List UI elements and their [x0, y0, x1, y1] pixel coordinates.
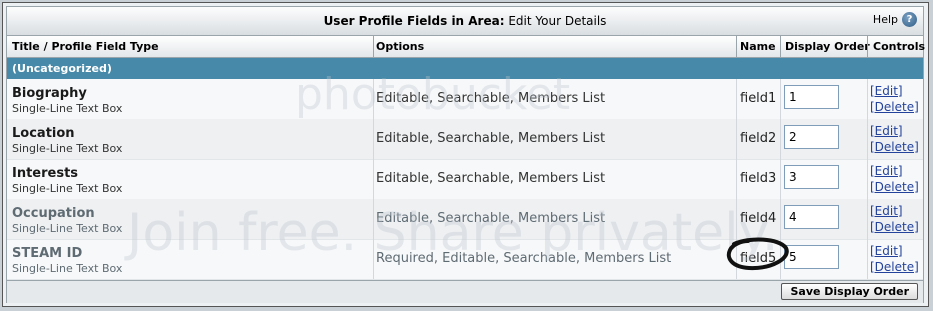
panel-footer: Save Display Order [7, 280, 923, 303]
column-divider [373, 79, 374, 279]
table-row: Interests Single-Line Text Box Editable,… [7, 159, 923, 200]
col-title-header: Title / Profile Field Type [12, 40, 159, 53]
row-controls: [Edit] [Delete] [870, 243, 919, 275]
delete-link[interactable]: [Delete] [870, 139, 919, 155]
panel-title-prefix: User Profile Fields in Area: [323, 14, 505, 28]
field-name: field2 [740, 131, 777, 146]
field-type: Single-Line Text Box [12, 262, 123, 275]
panel-title: User Profile Fields in Area: Edit Your D… [7, 14, 923, 28]
header-divider [736, 36, 737, 57]
edit-link[interactable]: [Edit] [870, 203, 919, 219]
field-type: Single-Line Text Box [12, 102, 123, 115]
category-label: (Uncategorized) [12, 62, 112, 75]
table-row: STEAM ID Single-Line Text Box Required, … [7, 239, 923, 280]
col-display-order-header: Display Order [785, 40, 870, 53]
panel-inner: User Profile Fields in Area: Edit Your D… [6, 6, 926, 303]
col-name-header: Name [740, 40, 776, 53]
delete-link[interactable]: [Delete] [870, 99, 919, 115]
field-title: Interests [12, 166, 79, 181]
field-options: Required, Editable, Searchable, Members … [376, 251, 672, 266]
row-controls: [Edit] [Delete] [870, 203, 919, 235]
display-order-input[interactable] [784, 245, 839, 269]
delete-link[interactable]: [Delete] [870, 219, 919, 235]
display-order-input[interactable] [784, 85, 839, 109]
display-order-input[interactable] [784, 125, 839, 149]
field-name: field4 [740, 211, 777, 226]
table-row: Location Single-Line Text Box Editable, … [7, 119, 923, 160]
field-name: field1 [740, 91, 777, 106]
profile-fields-panel: User Profile Fields in Area: Edit Your D… [2, 2, 929, 307]
col-controls-header: Controls [873, 40, 926, 53]
field-title: Occupation [12, 206, 95, 221]
field-title: Location [12, 126, 75, 141]
edit-link[interactable]: [Edit] [870, 83, 919, 99]
question-mark-icon[interactable]: ? [902, 12, 917, 27]
table-header: Title / Profile Field Type Options Name … [7, 36, 926, 58]
field-type: Single-Line Text Box [12, 222, 123, 235]
col-options-header: Options [376, 40, 425, 53]
header-divider [373, 36, 374, 57]
panel-title-bar: User Profile Fields in Area: Edit Your D… [7, 7, 923, 36]
column-divider [867, 79, 868, 279]
table-row: Occupation Single-Line Text Box Editable… [7, 199, 923, 240]
header-divider [867, 36, 868, 57]
display-order-input[interactable] [784, 165, 839, 189]
field-type: Single-Line Text Box [12, 142, 123, 155]
field-title: Biography [12, 86, 87, 101]
table-row: Biography Single-Line Text Box Editable,… [7, 79, 923, 120]
save-display-order-button[interactable]: Save Display Order [781, 283, 918, 300]
field-options: Editable, Searchable, Members List [376, 91, 606, 106]
column-divider [736, 79, 737, 279]
field-type: Single-Line Text Box [12, 182, 123, 195]
field-options: Editable, Searchable, Members List [376, 211, 606, 226]
row-controls: [Edit] [Delete] [870, 123, 919, 155]
delete-link[interactable]: [Delete] [870, 179, 919, 195]
field-title: STEAM ID [12, 246, 83, 261]
field-name: field3 [740, 171, 777, 186]
field-name: field5 [740, 251, 777, 266]
help-button[interactable]: Help ? [873, 12, 917, 27]
category-row: (Uncategorized) [7, 58, 923, 79]
edit-link[interactable]: [Edit] [870, 243, 919, 259]
field-options: Editable, Searchable, Members List [376, 131, 606, 146]
delete-link[interactable]: [Delete] [870, 259, 919, 275]
field-options: Editable, Searchable, Members List [376, 171, 606, 186]
help-label: Help [872, 13, 898, 26]
row-controls: [Edit] [Delete] [870, 163, 919, 195]
column-divider [780, 79, 781, 279]
edit-link[interactable]: [Edit] [870, 123, 919, 139]
header-divider [780, 36, 781, 57]
display-order-input[interactable] [784, 205, 839, 229]
row-controls: [Edit] [Delete] [870, 83, 919, 115]
edit-link[interactable]: [Edit] [870, 163, 919, 179]
panel-title-area: Edit Your Details [508, 14, 607, 28]
